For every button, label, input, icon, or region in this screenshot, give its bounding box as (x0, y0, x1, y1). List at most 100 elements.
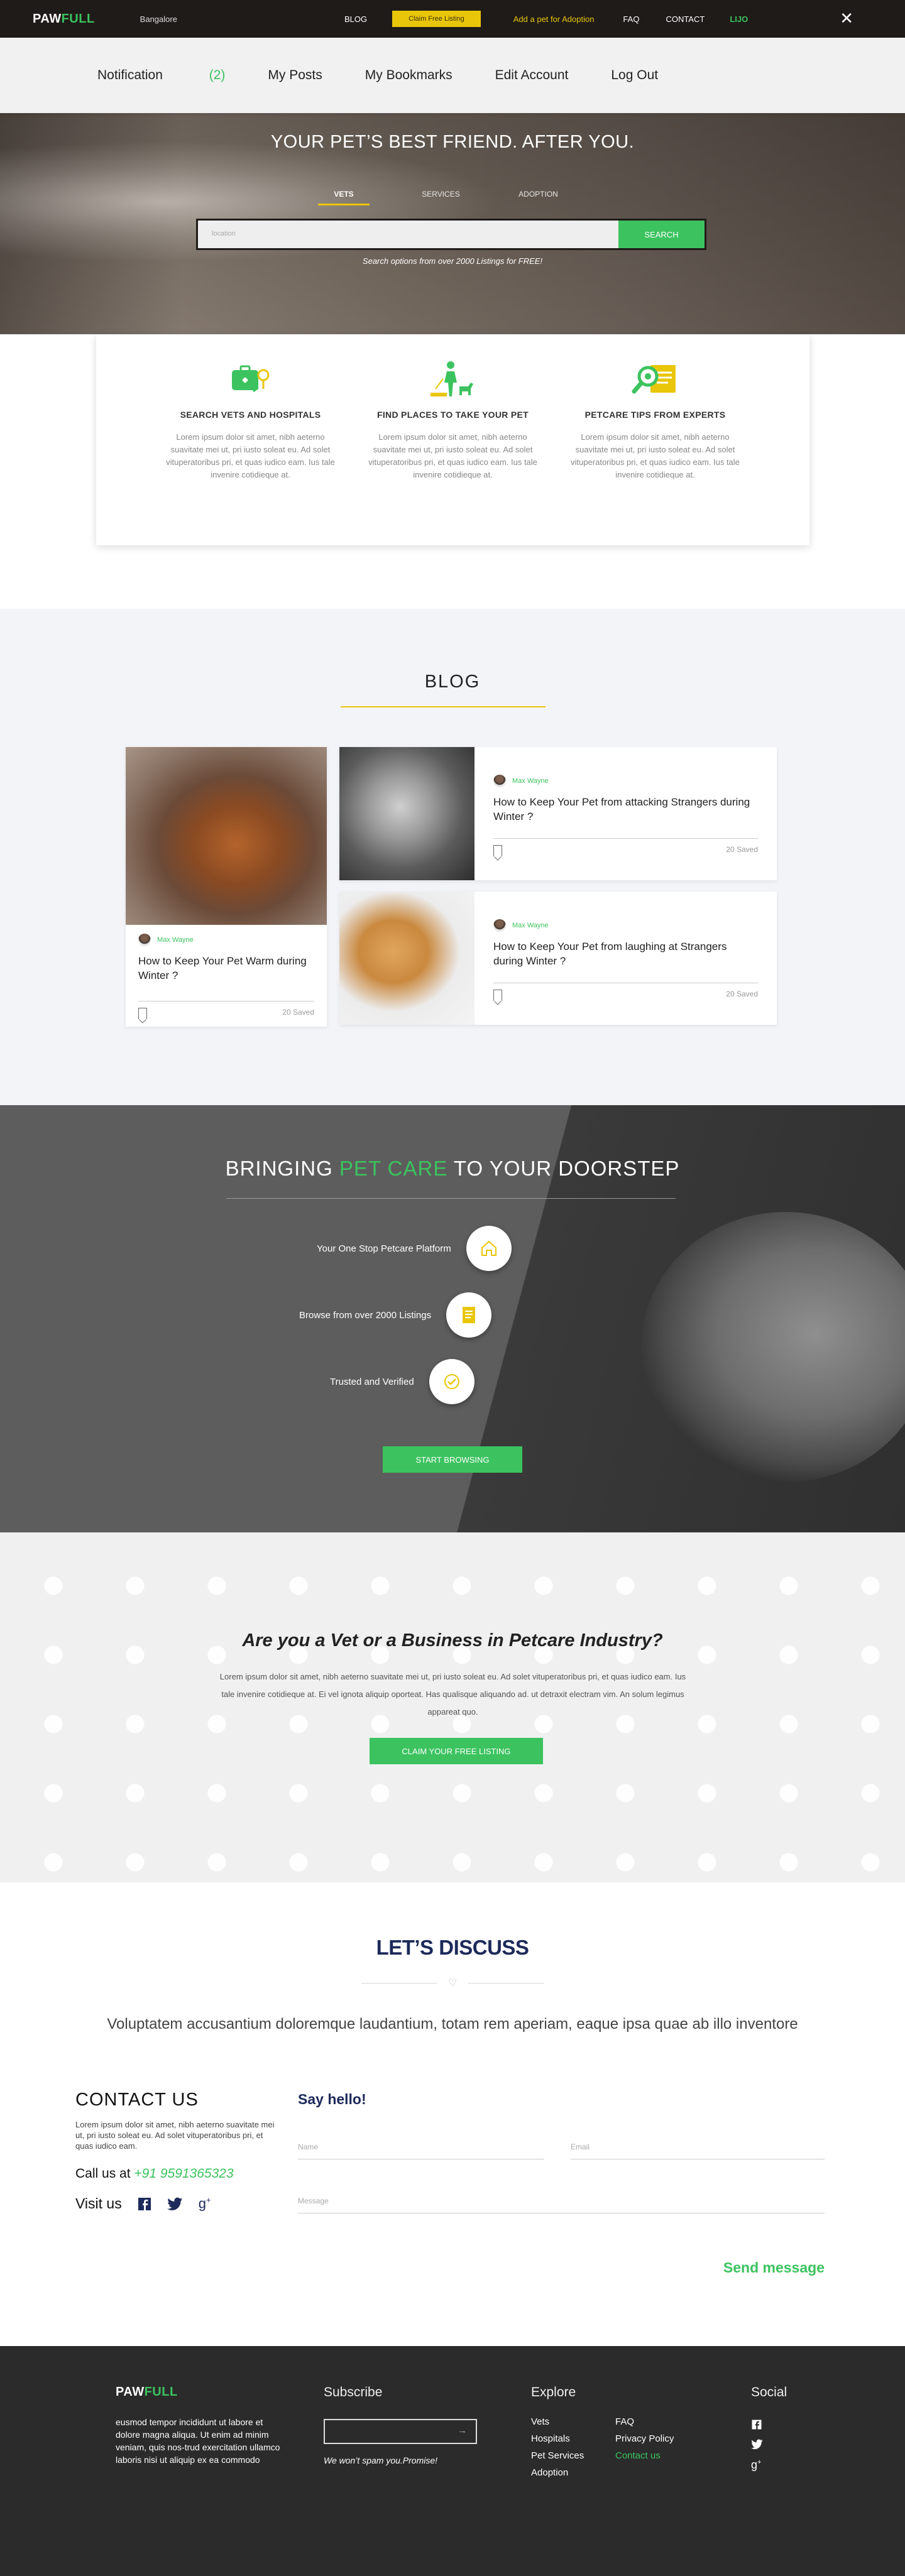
google-plus-icon[interactable]: g+ (199, 2195, 211, 2212)
phone-link[interactable]: +91 9591365323 (134, 2166, 233, 2181)
post-author[interactable]: Max Wayne (493, 775, 758, 787)
search-bar: location SEARCH (196, 219, 706, 250)
step-verified: Trusted and Verified (330, 1359, 474, 1404)
step-label: Trusted and Verified (330, 1376, 414, 1387)
user-menu[interactable]: LIJO (730, 14, 748, 24)
link-adoption[interactable]: Adoption (531, 2467, 615, 2478)
close-icon[interactable]: ✕ (840, 9, 853, 28)
dog-photo (339, 892, 474, 1025)
location-input[interactable]: location (198, 221, 618, 248)
menu-notification[interactable]: Notification (2) (97, 68, 225, 83)
vet-business-section: Are you a Vet or a Business in Petcare I… (0, 1532, 905, 1882)
blog-card[interactable]: Max Wayne How to Keep Your Pet Warm duri… (126, 747, 327, 1027)
discuss-section: LET’S DISCUSS ♡ Voluptatem accusantium d… (0, 1882, 905, 2346)
post-footer: 20 Saved (493, 983, 758, 1001)
message-field[interactable]: Message (298, 2197, 825, 2213)
footer-about-text: eusmod tempor incididunt ut labore et do… (116, 2417, 280, 2465)
bookmark-icon[interactable] (493, 845, 502, 856)
blog-title-underline (341, 706, 546, 707)
nav-contact[interactable]: CONTACT (666, 14, 705, 24)
bookmark-icon[interactable] (493, 990, 502, 1001)
nav-add-pet-adoption[interactable]: Add a pet for Adoption (513, 14, 595, 24)
social-icons: g+ (751, 2419, 787, 2472)
city-selector[interactable]: Bangalore (140, 14, 177, 24)
tab-services[interactable]: SERVICES (392, 190, 490, 205)
account-menu: Notification (2) My Posts My Bookmarks E… (0, 38, 905, 113)
post-title[interactable]: How to Keep Your Pet Warm during Winter … (138, 954, 314, 983)
feature-places: FIND PLACES TO TAKE YOUR PET Lorem ipsum… (352, 359, 554, 545)
post-author[interactable]: Max Wayne (138, 934, 314, 946)
link-privacy-policy[interactable]: Privacy Policy (615, 2433, 699, 2444)
post-author[interactable]: Max Wayne (493, 919, 758, 932)
blog-card[interactable]: Max Wayne How to Keep Your Pet from atta… (339, 747, 777, 880)
blog-card[interactable]: Max Wayne How to Keep Your Pet from laug… (339, 892, 777, 1025)
step-listings: Browse from over 2000 Listings (299, 1292, 492, 1338)
hero-title: YOUR PET’S BEST FRIEND. AFTER YOU. (270, 132, 635, 152)
link-faq[interactable]: FAQ (615, 2416, 699, 2427)
search-button[interactable]: SEARCH (618, 221, 705, 248)
menu-my-posts[interactable]: My Posts (268, 68, 322, 83)
step-label: Your One Stop Petcare Platform (317, 1243, 451, 1254)
google-plus-icon[interactable]: g+ (751, 2459, 787, 2472)
feature-text: Lorem ipsum dolor sit amet, nibh aeterno… (571, 432, 740, 479)
no-spam-note: We won’t spam you.Promise! (324, 2455, 438, 2465)
magnifier-document-icon (566, 359, 745, 398)
nav-faq[interactable]: FAQ (623, 14, 639, 24)
dog-photo (641, 1212, 905, 1482)
top-navbar: PAWFULL Bangalore BLOG Claim Free Listin… (0, 0, 905, 38)
explore-title: Explore (531, 2385, 576, 2399)
contact-us-block: CONTACT US Lorem ipsum dolor sit amet, n… (75, 2090, 277, 2212)
subscribe-input[interactable] (324, 2419, 477, 2444)
blog-title: BLOG (424, 672, 481, 692)
tab-vets[interactable]: VETS (318, 190, 370, 205)
menu-edit-account[interactable]: Edit Account (495, 68, 569, 83)
bookmark-icon[interactable] (138, 1008, 147, 1019)
link-pet-services[interactable]: Pet Services (531, 2450, 615, 2461)
tab-adoption[interactable]: ADOPTION (490, 190, 587, 205)
menu-my-bookmarks[interactable]: My Bookmarks (365, 68, 452, 83)
heart-divider: ♡ (0, 1977, 905, 1989)
medical-kit-icon (161, 359, 341, 398)
claim-listing-button[interactable]: Claim Free Listing (392, 11, 481, 27)
avatar (493, 919, 506, 932)
footer-explore: Explore Vets FAQ Hospitals Privacy Polic… (531, 2385, 699, 2478)
features-card: SEARCH VETS AND HOSPITALS Lorem ipsum do… (96, 334, 809, 545)
footer-subscribe: Subscribe We won’t spam you.Promise! (324, 2385, 477, 2468)
person-walking-dog-icon (363, 359, 543, 398)
email-field[interactable]: Email (571, 2142, 825, 2159)
send-message-button[interactable]: Send message (723, 2259, 825, 2276)
twitter-icon[interactable] (751, 2439, 787, 2450)
name-field[interactable]: Name (298, 2142, 544, 2159)
link-contact-us[interactable]: Contact us (615, 2450, 699, 2461)
explore-links: Vets FAQ Hospitals Privacy Policy Pet Se… (531, 2416, 699, 2478)
link-hospitals[interactable]: Hospitals (531, 2433, 615, 2444)
start-browsing-button[interactable]: START BROWSING (383, 1446, 522, 1473)
features-section: SEARCH VETS AND HOSPITALS Lorem ipsum do… (0, 334, 905, 609)
blog-section: BLOG Max Wayne How to Keep Your Pet Warm… (0, 609, 905, 1105)
doorstep-section: BRINGING PET CARE TO YOUR DOORSTEP Your … (0, 1105, 905, 1532)
menu-log-out[interactable]: Log Out (611, 68, 658, 83)
facebook-icon[interactable] (751, 2419, 787, 2430)
saved-count: 20 Saved (726, 990, 758, 998)
notification-count: (2) (209, 68, 226, 82)
footer-logo[interactable]: PAWFULL (116, 2385, 285, 2399)
visit-us: Visit us g+ (75, 2195, 277, 2212)
link-vets[interactable]: Vets (531, 2416, 615, 2427)
logo[interactable]: PAWFULL (33, 12, 95, 26)
check-circle-icon (429, 1359, 474, 1404)
step-platform: Your One Stop Petcare Platform (317, 1226, 512, 1271)
claim-free-listing-button[interactable]: CLAIM YOUR FREE LISTING (370, 1738, 543, 1764)
vet-title: Are you a Vet or a Business in Petcare I… (242, 1630, 663, 1651)
contact-text: Lorem ipsum dolor sit amet, nibh aeterno… (75, 2120, 275, 2151)
post-title[interactable]: How to Keep Your Pet from laughing at St… (493, 939, 758, 968)
nav-blog[interactable]: BLOG (344, 14, 367, 24)
feature-text: Lorem ipsum dolor sit amet, nibh aeterno… (166, 432, 335, 479)
visit-label: Visit us (75, 2195, 122, 2212)
document-icon (446, 1292, 492, 1338)
discuss-lead: Voluptatem accusantium doloremque laudan… (107, 2016, 798, 2033)
twitter-icon[interactable] (167, 2197, 184, 2211)
facebook-icon[interactable] (137, 2197, 152, 2212)
post-title[interactable]: How to Keep Your Pet from attacking Stra… (493, 795, 758, 824)
divider (226, 1198, 676, 1199)
say-hello-title: Say hello! (298, 2091, 366, 2107)
